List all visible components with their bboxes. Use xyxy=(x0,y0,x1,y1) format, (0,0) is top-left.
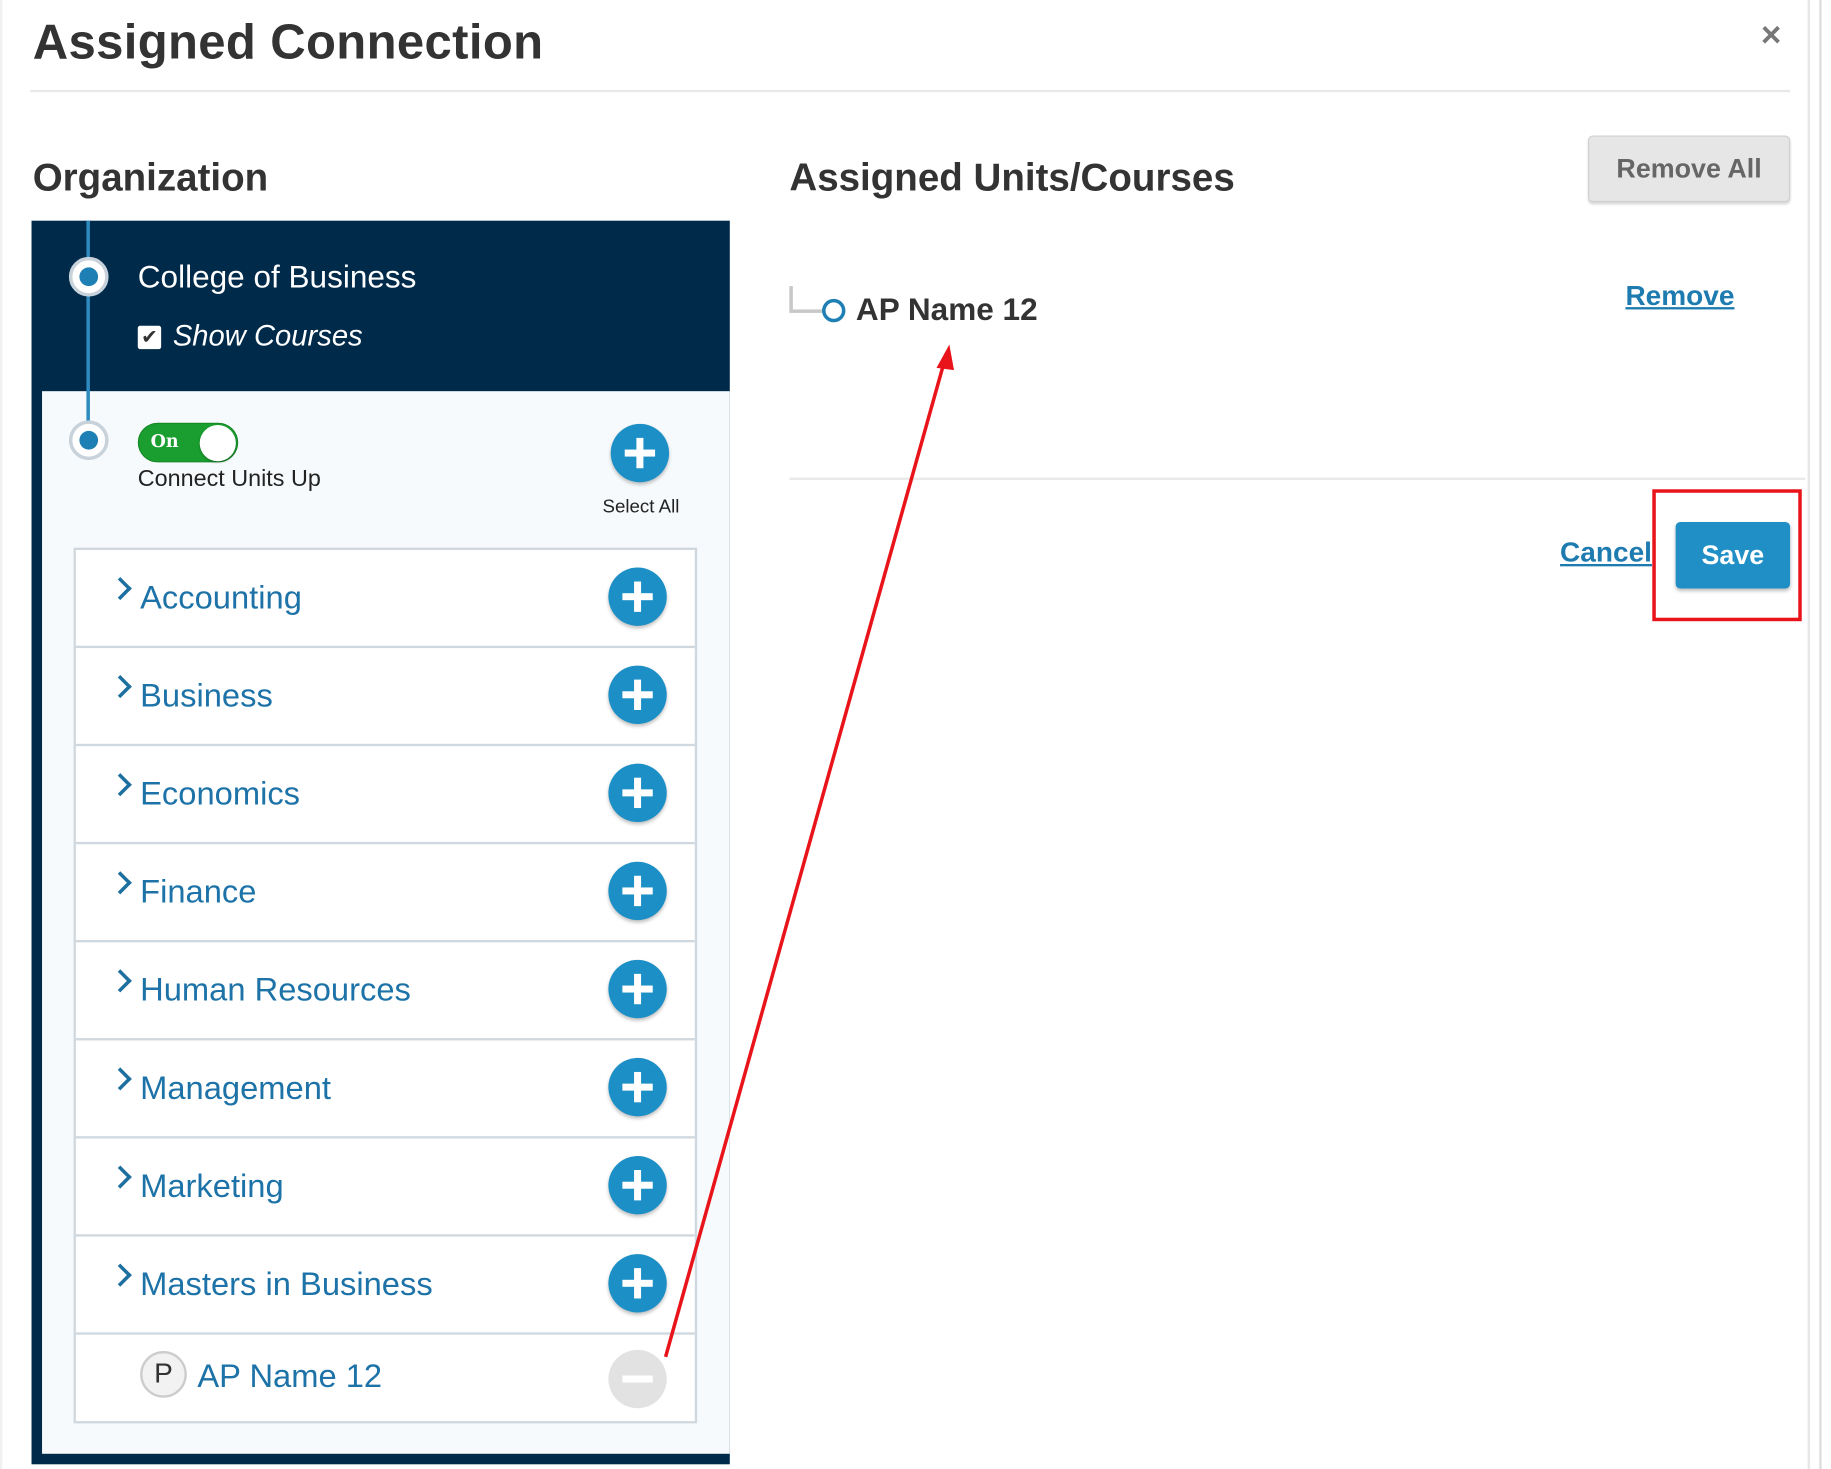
add-unit-plus-icon[interactable] xyxy=(608,567,667,626)
assigned-tree-branch xyxy=(789,309,823,313)
select-all-plus-icon[interactable] xyxy=(610,423,670,483)
scrollbar-track[interactable] xyxy=(1819,0,1822,1469)
unit-label[interactable]: Marketing xyxy=(140,1168,284,1205)
unit-row-management[interactable]: Management xyxy=(75,1040,695,1139)
unit-row-economics[interactable]: Economics xyxy=(75,746,695,845)
remove-child-minus-icon[interactable] xyxy=(608,1349,667,1409)
assigned-tree-line xyxy=(789,286,793,312)
assigned-divider xyxy=(789,477,1806,480)
dialog-left-edge xyxy=(0,0,3,1469)
assigned-connection-dialog: Assigned Connection × Organization Assig… xyxy=(0,0,1831,1469)
organization-heading: Organization xyxy=(32,155,269,199)
assigned-item-name: AP Name 12 xyxy=(855,291,1038,327)
toggle-state-label: On xyxy=(150,430,179,452)
assigned-node-icon xyxy=(822,298,846,323)
unit-row-business[interactable]: Business xyxy=(75,648,695,747)
connect-units-up-label: Connect Units Up xyxy=(137,465,321,492)
close-icon[interactable]: × xyxy=(1761,16,1781,56)
tree-connector-line xyxy=(86,220,90,441)
units-node-icon xyxy=(68,420,109,461)
add-unit-plus-icon[interactable] xyxy=(608,1156,667,1215)
unit-row-masters-in-business[interactable]: Masters in Business xyxy=(75,1237,695,1335)
remove-all-button[interactable]: Remove All xyxy=(1588,135,1791,203)
annotation-highlight-box xyxy=(1652,489,1802,622)
unit-label[interactable]: Accounting xyxy=(140,579,302,616)
unit-row-marketing[interactable]: Marketing xyxy=(75,1139,695,1237)
chevron-right-icon[interactable] xyxy=(108,969,132,993)
header-divider xyxy=(30,89,1791,93)
chevron-right-icon[interactable] xyxy=(108,675,132,699)
unit-label[interactable]: Human Resources xyxy=(140,972,411,1009)
show-courses-label: Show Courses xyxy=(172,319,363,353)
units-list: Accounting Business Economics Finance Hu xyxy=(73,547,698,1424)
unit-row-human-resources[interactable]: Human Resources xyxy=(75,942,695,1041)
unit-label[interactable]: Masters in Business xyxy=(140,1266,433,1303)
cancel-link[interactable]: Cancel xyxy=(1560,537,1652,570)
toggle-knob xyxy=(199,425,236,462)
add-unit-plus-icon[interactable] xyxy=(608,665,667,724)
add-unit-plus-icon[interactable] xyxy=(608,861,667,921)
unit-row-accounting[interactable]: Accounting xyxy=(75,550,695,649)
connect-units-up-toggle[interactable]: On xyxy=(137,422,239,463)
program-badge-icon: P xyxy=(140,1351,187,1398)
chevron-right-icon[interactable] xyxy=(108,1067,132,1091)
add-unit-plus-icon[interactable] xyxy=(608,1057,667,1117)
remove-item-link[interactable]: Remove xyxy=(1625,280,1734,313)
show-courses-checkbox[interactable]: ✔ Show Courses xyxy=(137,319,363,354)
unit-row-finance[interactable]: Finance xyxy=(75,844,695,943)
annotation-arrow-head xyxy=(936,344,955,371)
select-all-label: Select All xyxy=(602,497,680,518)
chevron-right-icon[interactable] xyxy=(108,1263,132,1287)
add-unit-plus-icon[interactable] xyxy=(608,1254,667,1313)
unit-label[interactable]: Finance xyxy=(140,873,256,910)
college-name: College of Business xyxy=(137,259,417,295)
dialog-right-edge xyxy=(1807,0,1810,1469)
chevron-right-icon[interactable] xyxy=(108,576,132,601)
assigned-child-label[interactable]: AP Name 12 xyxy=(197,1358,382,1395)
unit-label[interactable]: Economics xyxy=(140,775,300,812)
unit-label[interactable]: Business xyxy=(140,677,273,714)
assigned-child-row: P AP Name 12 xyxy=(76,1335,695,1424)
add-unit-plus-icon[interactable] xyxy=(608,763,667,823)
checkbox-checked-icon[interactable]: ✔ xyxy=(137,325,162,349)
unit-label[interactable]: Management xyxy=(140,1070,331,1107)
assigned-units-heading: Assigned Units/Courses xyxy=(789,155,1235,199)
chevron-right-icon[interactable] xyxy=(108,1165,132,1189)
chevron-right-icon[interactable] xyxy=(108,871,132,895)
chevron-right-icon[interactable] xyxy=(108,773,132,797)
dialog-title: Assigned Connection xyxy=(32,14,544,69)
college-node-icon xyxy=(68,256,109,297)
add-unit-plus-icon[interactable] xyxy=(608,959,667,1019)
